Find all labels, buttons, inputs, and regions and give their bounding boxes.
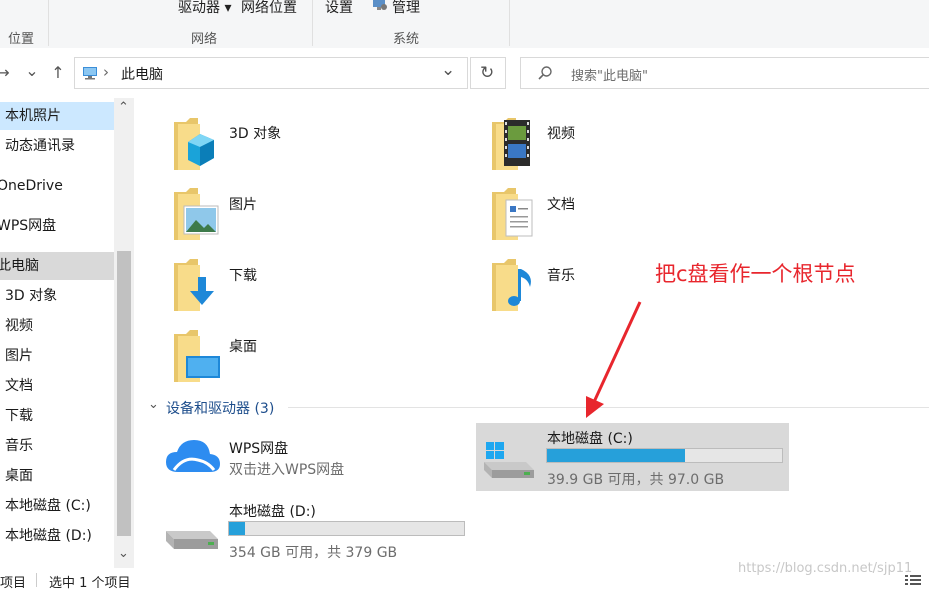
up-arrow-icon[interactable]: ↑ <box>50 64 66 82</box>
wps-drive-name[interactable]: WPS网盘 <box>229 438 288 458</box>
folder-desktop-label[interactable]: 桌面 <box>229 336 257 356</box>
address-dropdown-chevron-icon[interactable]: ⌄ <box>441 60 455 80</box>
network-location-button[interactable]: 网络位置 <box>241 0 297 17</box>
recent-locations-chevron-icon[interactable]: ⌄ <box>25 62 39 80</box>
sidebar-item-local-disk-c[interactable]: 本地磁盘 (C:) <box>0 492 114 520</box>
search-placeholder: 搜索"此电脑" <box>571 69 648 84</box>
sidebar-item-label: 本机照片 <box>5 108 61 124</box>
drive-d-usage-bar <box>228 521 465 536</box>
folder-pictures-icon[interactable] <box>172 186 220 242</box>
ribbon-group-location: 位置 <box>8 32 35 47</box>
sidebar-item-documents[interactable]: 文档 <box>0 372 114 400</box>
sidebar-item-label: 动态通讯录 <box>5 138 75 154</box>
this-pc-icon <box>81 65 99 81</box>
map-drive-button[interactable]: 驱动器 ▾ <box>178 0 231 17</box>
folder-desktop-icon[interactable] <box>172 328 224 384</box>
navigation-bar: → ⌄ ↑ › 此电脑 ⌄ ↻ 搜索"此电脑" <box>0 48 929 98</box>
manage-icon[interactable] <box>371 0 389 12</box>
drive-c-usage-bar <box>546 448 783 463</box>
sidebar-item-local-disk-d[interactable]: 本地磁盘 (D:) <box>0 522 114 550</box>
folder-3d-objects-label[interactable]: 3D 对象 <box>229 123 281 143</box>
wps-drive-subtitle: 双击进入WPS网盘 <box>229 462 345 478</box>
sidebar-scrollbar-thumb[interactable] <box>117 251 131 536</box>
scroll-up-icon[interactable]: ⌃ <box>118 100 129 115</box>
sidebar-item-downloads[interactable]: 下载 <box>0 402 114 430</box>
ribbon-divider <box>312 0 313 46</box>
sidebar-item-videos[interactable]: 视频 <box>0 312 114 340</box>
breadcrumb-separator: › <box>103 63 109 81</box>
drive-c-name[interactable]: 本地磁盘 (C:) <box>547 428 633 448</box>
sidebar-item-desktop[interactable]: 桌面 <box>0 462 114 490</box>
drive-d-usage-fill <box>229 522 245 535</box>
sidebar-item-label: 此电脑 <box>0 258 39 274</box>
refresh-button[interactable]: ↻ <box>470 57 506 89</box>
windows-drive-icon <box>482 440 538 480</box>
sidebar-item-label: 音乐 <box>5 438 33 454</box>
forward-arrow-icon[interactable]: → <box>0 64 10 82</box>
item-count-text: 项目 <box>0 576 27 591</box>
drive-d-name[interactable]: 本地磁盘 (D:) <box>229 501 316 521</box>
drive-c-subtitle: 39.9 GB 可用，共 97.0 GB <box>547 472 725 488</box>
sidebar-item-label: 本地磁盘 (D:) <box>5 528 92 544</box>
navigation-pane: 本机照片 动态通讯录 OneDrive WPS网盘 此电脑 3D 对象 视频 图… <box>0 98 134 568</box>
folder-music-icon[interactable] <box>490 257 538 313</box>
folder-documents-label[interactable]: 文档 <box>547 194 575 214</box>
sidebar-item-local-photos[interactable]: 本机照片 <box>0 102 114 130</box>
sidebar-item-label: 下载 <box>5 408 33 424</box>
watermark-text: https://blog.csdn.net/sjp11 <box>738 561 913 576</box>
wps-cloud-icon[interactable] <box>164 434 222 478</box>
ribbon-divider <box>509 0 510 46</box>
sidebar-item-label: 3D 对象 <box>5 288 58 304</box>
drive-d-subtitle: 354 GB 可用，共 379 GB <box>229 545 398 561</box>
annotation-arrow <box>586 301 642 418</box>
folder-music-label[interactable]: 音乐 <box>547 265 575 285</box>
sidebar-item-onedrive[interactable]: OneDrive <box>0 172 114 200</box>
sidebar-item-label: 本地磁盘 (C:) <box>5 498 91 514</box>
search-box[interactable]: 搜索"此电脑" <box>520 57 929 89</box>
sidebar-item-label: 图片 <box>5 348 33 364</box>
sidebar-item-pictures[interactable]: 图片 <box>0 342 114 370</box>
sidebar-item-label: 桌面 <box>5 468 33 484</box>
address-bar[interactable]: › 此电脑 ⌄ <box>74 57 468 89</box>
group-collapse-chevron-icon[interactable]: ⌄ <box>148 397 159 412</box>
drive-c-usage-fill <box>547 449 686 462</box>
sidebar-item-label: 视频 <box>5 318 33 334</box>
folder-documents-icon[interactable] <box>490 186 538 242</box>
settings-button[interactable]: 设置 <box>325 0 353 17</box>
annotation-text: 把c盘看作一个根节点 <box>655 262 856 286</box>
ribbon-group-system: 系统 <box>393 32 420 47</box>
sidebar-item-label: OneDrive <box>0 178 63 194</box>
ribbon-group-network: 网络 <box>191 32 218 47</box>
sidebar-item-wps-drive[interactable]: WPS网盘 <box>0 212 114 240</box>
sidebar-item-music[interactable]: 音乐 <box>0 432 114 460</box>
scroll-down-icon[interactable]: ⌄ <box>118 546 129 561</box>
ribbon: 驱动器 ▾ 网络位置 设置 管理 位置 网络 系统 <box>0 0 929 49</box>
breadcrumb-this-pc[interactable]: 此电脑 <box>121 64 163 84</box>
manage-button[interactable]: 管理 <box>392 0 420 17</box>
folder-videos-label[interactable]: 视频 <box>547 123 575 143</box>
status-divider <box>36 573 37 587</box>
folder-3d-objects-icon[interactable] <box>172 116 220 172</box>
folder-pictures-label[interactable]: 图片 <box>229 194 257 214</box>
folder-videos-icon[interactable] <box>490 116 538 172</box>
ribbon-divider <box>48 0 49 46</box>
folder-downloads-label[interactable]: 下载 <box>229 265 257 285</box>
sidebar-item-label: 文档 <box>5 378 33 394</box>
sidebar-item-this-pc[interactable]: 此电脑 <box>0 252 114 280</box>
folder-downloads-icon[interactable] <box>172 257 220 313</box>
hard-drive-icon[interactable] <box>164 517 222 557</box>
refresh-icon: ↻ <box>480 63 495 83</box>
sidebar-item-3d-objects[interactable]: 3D 对象 <box>0 282 114 310</box>
devices-group-header[interactable]: 设备和驱动器 (3) <box>166 398 274 418</box>
sidebar-item-contacts[interactable]: 动态通讯录 <box>0 132 114 160</box>
search-icon <box>537 65 553 81</box>
sidebar-item-label: WPS网盘 <box>0 218 57 234</box>
selection-count-text: 选中 1 个项目 <box>49 576 131 591</box>
